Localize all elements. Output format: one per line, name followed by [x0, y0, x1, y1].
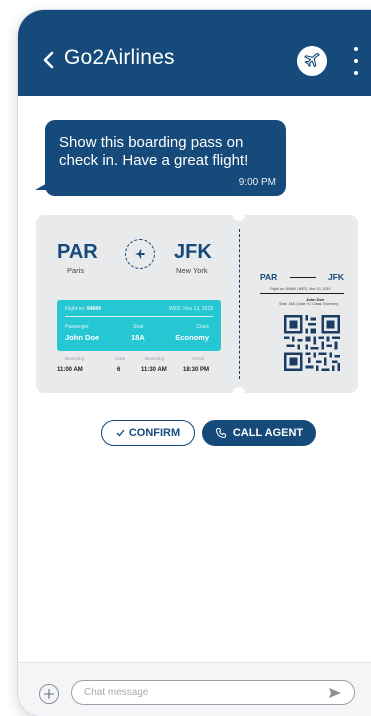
quick-actions: CONFIRM CALL AGENT: [101, 420, 323, 446]
gate-label: Gate: [115, 357, 126, 362]
stub-destination-code: JFK: [327, 272, 344, 282]
boarding-time-2: 11:30 AM: [141, 367, 167, 373]
kebab-dot: [354, 47, 358, 51]
destination-code: JFK: [174, 241, 212, 263]
qr-code-icon: [284, 315, 340, 371]
add-attachment-button[interactable]: [39, 684, 59, 704]
flight-no-label: Flight no:: [65, 306, 86, 312]
chat-message-input[interactable]: [84, 685, 314, 700]
check-icon: [116, 429, 125, 437]
kebab-dot: [354, 71, 358, 75]
back-button[interactable]: [38, 48, 58, 72]
more-menu-button[interactable]: [352, 47, 360, 75]
flight-no-value: 84684: [86, 306, 101, 312]
confirm-label: CONFIRM: [128, 427, 181, 439]
flight-date: WED, Nov 13, 2019: [168, 306, 213, 312]
boarding-label: Boarding: [65, 357, 85, 362]
origin-code: PAR: [57, 241, 98, 263]
message-text: Show this boarding pass on check in. Hav…: [59, 134, 249, 169]
class-value: Economy: [175, 333, 209, 342]
call-agent-button[interactable]: CALL AGENT: [202, 420, 316, 446]
stub-origin-code: PAR: [260, 272, 278, 282]
gate-value: 6: [117, 367, 121, 373]
airplane-icon: [304, 53, 320, 68]
phone-frame: Go2Airlines Show this boarding pass on c…: [18, 10, 371, 716]
app-header: Go2Airlines: [18, 10, 371, 96]
route-plane-badge: [125, 239, 155, 269]
boarding-time: 11:00 AM: [57, 367, 83, 373]
confirm-button[interactable]: CONFIRM: [101, 420, 195, 446]
panel-divider: [65, 316, 213, 317]
message-composer: [18, 662, 371, 716]
seat-value: 18A: [131, 333, 145, 342]
chat-input-wrapper: [71, 680, 355, 705]
stub-divider: [260, 293, 344, 294]
arrive-label: Arrive: [192, 357, 205, 362]
ticket-notch-bottom: [233, 387, 245, 399]
stub-detail-line: Seat: 18A | Gate: 6 | Class: Economy: [279, 302, 339, 306]
origin-city: Paris: [67, 266, 85, 275]
stub-route: PAR JFK: [260, 272, 344, 284]
chevron-left-icon: [43, 51, 54, 69]
call-agent-label: CALL AGENT: [232, 427, 304, 439]
phone-icon: [215, 428, 226, 439]
destination-city: New York: [176, 266, 208, 275]
passenger-name: John Doe: [65, 333, 100, 342]
message-time: 9:00 PM: [238, 177, 276, 188]
flight-no-text: Flight no: 84684: [65, 306, 101, 312]
airplane-icon: [135, 249, 145, 259]
plus-icon: [44, 689, 54, 699]
passenger-label: Passenger: [65, 324, 89, 330]
boarding-label-2: Boarding: [145, 357, 165, 362]
stub-route-line: [290, 277, 316, 278]
send-icon[interactable]: [328, 686, 342, 700]
class-label: Class: [196, 324, 209, 330]
kebab-dot: [354, 59, 358, 63]
arrive-time: 18:30 PM: [183, 367, 210, 373]
page-title: Go2Airlines: [64, 46, 175, 69]
perforation-line: [239, 229, 240, 379]
seat-label: Seat: [133, 324, 144, 330]
ticket-notch-top: [233, 209, 245, 221]
airline-avatar[interactable]: [297, 46, 327, 76]
agent-message-bubble: Show this boarding pass on check in. Hav…: [45, 120, 286, 196]
boarding-pass-card[interactable]: PAR Paris JFK New York Flight no: 84684 …: [36, 209, 358, 399]
stub-flight-line: Flight no: 84684 | WED, Nov 13, 2019: [270, 287, 331, 291]
passenger-info-panel: Flight no: 84684 WED, Nov 13, 2019 Passe…: [57, 300, 221, 351]
